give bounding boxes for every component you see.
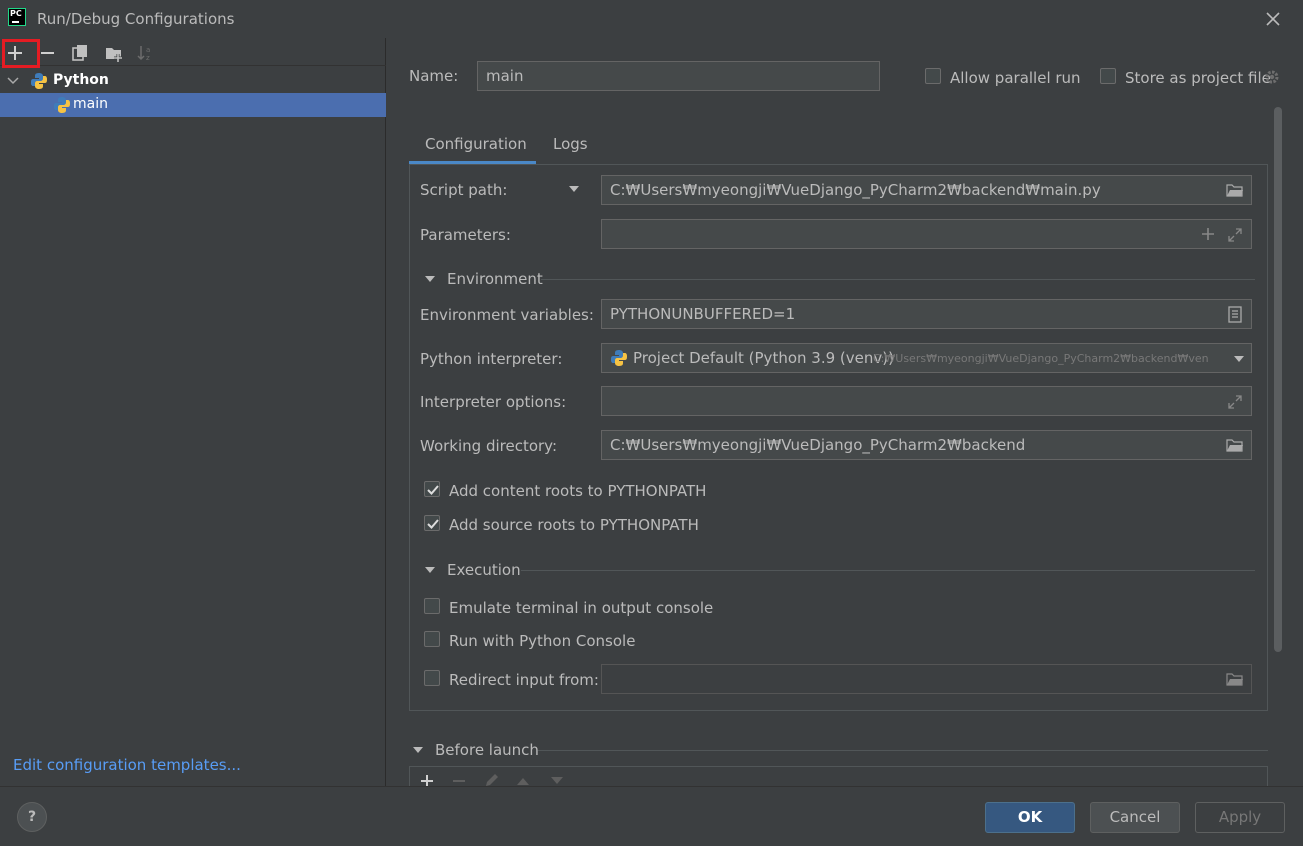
parameters-field[interactable] — [601, 219, 1252, 249]
script-path-value: C:₩Users₩myeongji₩VueDjango_PyCharm2₩bac… — [610, 181, 1101, 199]
document-icon[interactable] — [1228, 306, 1242, 323]
env-vars-field[interactable]: PYTHONUNBUFFERED=1 — [601, 299, 1252, 329]
chevron-down-icon[interactable] — [1233, 354, 1245, 364]
redirect-input-field[interactable] — [601, 664, 1252, 694]
section-divider — [538, 750, 1268, 751]
section-divider — [541, 279, 1255, 280]
execution-section-title: Execution — [447, 561, 521, 579]
interp-options-label: Interpreter options: — [420, 393, 567, 411]
name-label: Name: — [409, 67, 459, 85]
python-icon — [611, 350, 627, 366]
section-collapse-icon[interactable] — [424, 274, 436, 284]
store-project-checkbox[interactable] — [1100, 68, 1116, 84]
add-button-highlight — [2, 39, 40, 68]
apply-button[interactable]: Apply — [1195, 802, 1285, 833]
tab-configuration[interactable]: Configuration — [425, 135, 527, 153]
python-console-label: Run with Python Console — [449, 632, 636, 650]
before-launch-panel — [409, 766, 1268, 787]
new-folder-icon[interactable] — [104, 43, 124, 63]
script-path-field[interactable]: C:₩Users₩myeongji₩VueDjango_PyCharm2₩bac… — [601, 175, 1252, 205]
before-launch-title: Before launch — [435, 741, 539, 759]
content-roots-label: Add content roots to PYTHONPATH — [449, 482, 707, 500]
tree-item-label: main — [73, 96, 108, 112]
cancel-button[interactable]: Cancel — [1090, 802, 1180, 833]
section-divider — [521, 570, 1255, 571]
checkmark-icon — [427, 485, 439, 495]
tree-group-label: Python — [53, 72, 109, 88]
interpreter-dropdown[interactable]: Project Default (Python 3.9 (venv)) C:₩U… — [601, 343, 1252, 373]
window-title: Run/Debug Configurations — [37, 10, 235, 28]
folder-icon[interactable] — [1226, 672, 1244, 687]
python-icon — [54, 97, 70, 113]
env-vars-label: Environment variables: — [420, 306, 594, 324]
tree-item-main[interactable]: main — [0, 93, 386, 117]
workdir-field[interactable]: C:₩Users₩myeongji₩VueDjango_PyCharm2₩bac… — [601, 430, 1252, 460]
move-down-icon[interactable] — [550, 776, 564, 786]
expand-icon[interactable] — [1227, 227, 1243, 243]
tab-logs[interactable]: Logs — [553, 135, 588, 153]
chevron-down-icon[interactable] — [7, 75, 19, 87]
name-value: main — [486, 67, 524, 85]
redirect-input-checkbox[interactable] — [424, 670, 440, 686]
interp-options-field[interactable] — [601, 386, 1252, 416]
env-vars-value: PYTHONUNBUFFERED=1 — [610, 305, 796, 323]
name-field[interactable]: main — [477, 61, 880, 91]
script-path-label: Script path: — [420, 181, 508, 199]
section-collapse-icon[interactable] — [412, 745, 424, 755]
script-type-dropdown-icon[interactable] — [568, 184, 580, 194]
store-project-label: Store as project file — [1125, 69, 1271, 87]
move-up-icon[interactable] — [516, 776, 530, 786]
parameters-label: Parameters: — [420, 226, 511, 244]
python-icon — [31, 73, 47, 89]
pycharm-logo-icon: PC — [8, 8, 26, 26]
configuration-tree-panel — [0, 38, 386, 786]
svg-text:a: a — [146, 46, 150, 54]
tree-toolbar: az — [0, 38, 386, 66]
sort-icon[interactable]: az — [136, 43, 156, 63]
copy-icon[interactable] — [70, 43, 90, 63]
emulate-terminal-checkbox[interactable] — [424, 598, 440, 614]
interpreter-value: Project Default (Python 3.9 (venv)) — [633, 349, 894, 367]
svg-text:z: z — [146, 54, 150, 62]
emulate-terminal-label: Emulate terminal in output console — [449, 599, 714, 617]
remove-icon[interactable] — [38, 43, 58, 63]
source-roots-label: Add source roots to PYTHONPATH — [449, 516, 699, 534]
redirect-input-label: Redirect input from: — [449, 671, 599, 689]
expand-icon[interactable] — [1227, 394, 1243, 410]
content-roots-checkbox[interactable] — [424, 481, 440, 497]
source-roots-checkbox[interactable] — [424, 515, 440, 531]
folder-icon[interactable] — [1226, 438, 1244, 453]
checkmark-icon — [427, 519, 439, 529]
tree-group-python[interactable]: Python — [0, 69, 386, 93]
allow-parallel-checkbox[interactable] — [925, 68, 941, 84]
ok-button[interactable]: OK — [985, 802, 1075, 833]
folder-icon[interactable] — [1226, 183, 1244, 198]
close-icon[interactable] — [1262, 8, 1284, 30]
edit-templates-link[interactable]: Edit configuration templates... — [13, 756, 241, 774]
add-macro-icon[interactable] — [1201, 227, 1215, 241]
help-button[interactable]: ? — [17, 802, 47, 832]
section-collapse-icon[interactable] — [424, 565, 436, 575]
gear-icon[interactable] — [1264, 69, 1280, 85]
interpreter-path: C:₩Users₩myeongji₩VueDjango_PyCharm2₩bac… — [873, 352, 1209, 365]
environment-section-title: Environment — [447, 270, 543, 288]
workdir-label: Working directory: — [420, 437, 558, 455]
workdir-value: C:₩Users₩myeongji₩VueDjango_PyCharm2₩bac… — [610, 436, 1026, 454]
python-console-checkbox[interactable] — [424, 631, 440, 647]
scrollbar[interactable] — [1274, 107, 1282, 652]
interpreter-label: Python interpreter: — [420, 350, 563, 368]
allow-parallel-label: Allow parallel run — [950, 69, 1081, 87]
